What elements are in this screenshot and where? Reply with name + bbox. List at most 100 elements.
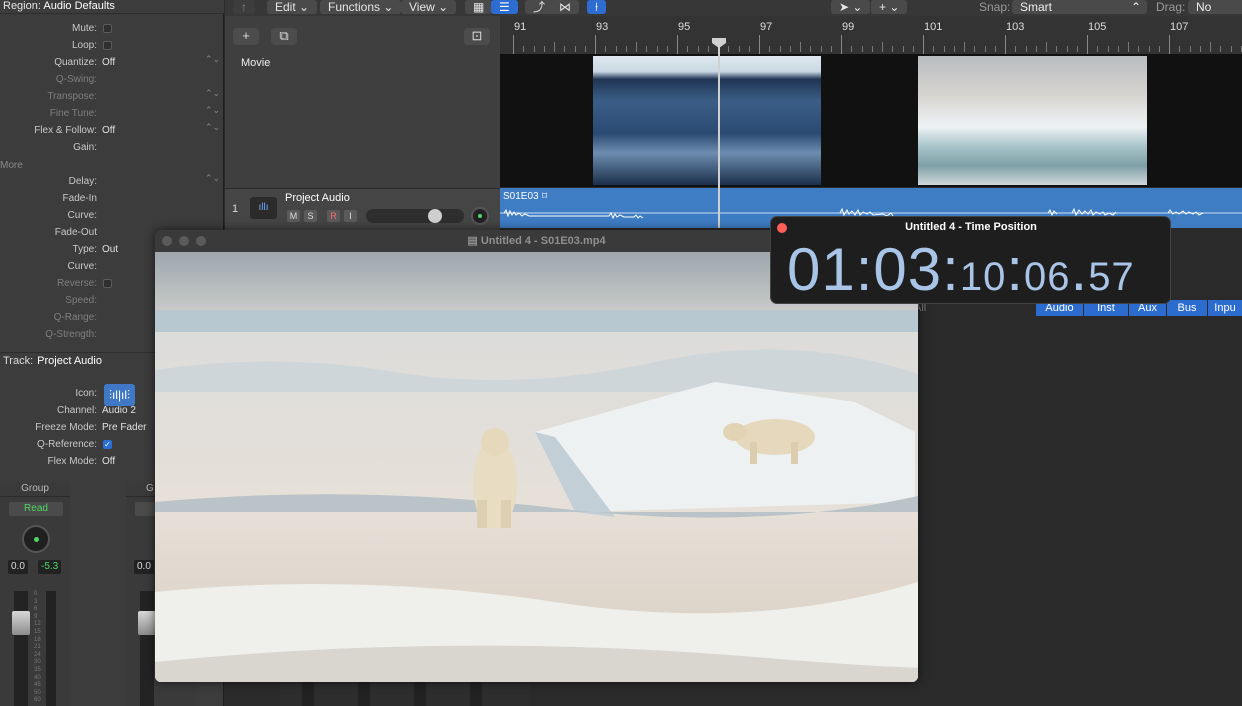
- inspector-row-label: Fine Tune:: [49, 108, 97, 119]
- inspector-checkbox[interactable]: [103, 41, 112, 50]
- pointer-tool-button[interactable]: ➤ ⌄: [831, 0, 871, 14]
- zoom-icon[interactable]: [196, 236, 206, 246]
- duplicate-track-button[interactable]: ⧉: [271, 28, 297, 45]
- plus-icon: +: [242, 28, 250, 43]
- inspector-row[interactable]: Quantize: Off ⌃⌄: [0, 55, 224, 72]
- inspector-row-value[interactable]: Off: [102, 57, 115, 68]
- inspector-row[interactable]: Flex & Follow: Off ⌃⌄: [0, 123, 224, 140]
- inspector-checkbox[interactable]: [103, 279, 112, 288]
- time-hours: 01: [787, 236, 856, 303]
- track-icon-button[interactable]: ⫶ıl|ıl⫶: [104, 384, 135, 406]
- drag-select[interactable]: No Overla: [1188, 0, 1242, 28]
- inspector-row-label: Type:: [72, 244, 97, 255]
- playhead[interactable]: [718, 38, 720, 228]
- grid-icon: ▦: [473, 0, 485, 14]
- stepper-icon[interactable]: ⌃⌄: [205, 123, 220, 132]
- functions-label: Functions: [328, 0, 381, 14]
- volume-readout[interactable]: 0.0: [134, 560, 154, 574]
- crossfade-button[interactable]: ⋈: [551, 0, 579, 14]
- beat-tick: [800, 42, 801, 52]
- group-slot[interactable]: Group: [0, 483, 70, 497]
- beat-tick: [646, 46, 648, 52]
- stepper-icon[interactable]: ⌃⌄: [205, 174, 220, 183]
- more-disclosure[interactable]: More: [0, 160, 23, 171]
- beat-tick: [964, 42, 965, 52]
- volume-fader-track[interactable]: [140, 591, 154, 706]
- edit-menu-button[interactable]: Edit ⌄: [267, 0, 318, 14]
- inspector-row-value[interactable]: Pre Fader: [102, 422, 146, 433]
- minimize-icon[interactable]: [179, 236, 189, 246]
- inspector-row[interactable]: Transpose: ⌃⌄: [0, 89, 224, 106]
- inspector-row[interactable]: Mute:: [0, 21, 224, 38]
- inspector-checkbox[interactable]: ✓: [103, 440, 112, 449]
- track-volume-knob[interactable]: [428, 209, 442, 223]
- inspector-checkbox[interactable]: [103, 24, 112, 33]
- functions-menu-button[interactable]: Functions ⌄: [320, 0, 402, 14]
- track-header-project-audio[interactable]: 1 ıllı Project Audio M S R I: [225, 188, 500, 230]
- add-track-button[interactable]: +: [233, 28, 259, 45]
- mixer-tab-input[interactable]: Inpu: [1208, 300, 1242, 316]
- duplicate-icon: ⧉: [279, 28, 289, 43]
- flex-tool-button[interactable]: ⤴: [525, 0, 554, 14]
- stepper-icon[interactable]: ⌃⌄: [205, 55, 220, 64]
- snap-select[interactable]: Smart ⌃: [1012, 0, 1147, 14]
- input-monitor-button[interactable]: I: [344, 210, 357, 222]
- inspector-row-value[interactable]: Audio 2: [102, 405, 136, 416]
- mute-button[interactable]: M: [287, 210, 300, 222]
- scale-tick-label: 6: [34, 606, 38, 613]
- inspector-row[interactable]: Fine Tune: ⌃⌄: [0, 106, 224, 123]
- beat-tick: [666, 46, 668, 52]
- inspector-row[interactable]: Curve:: [0, 208, 224, 225]
- scale-tick-label: 45: [34, 682, 41, 689]
- catch-playhead-button[interactable]: ⍿: [587, 0, 607, 14]
- inspector-row[interactable]: Fade-In: [0, 191, 224, 208]
- bar-number: 99: [842, 21, 855, 33]
- up-arrow-button[interactable]: ↑: [233, 0, 255, 14]
- collapse-button[interactable]: ⊡: [464, 28, 490, 45]
- inspector-row-label: Q-Range:: [53, 312, 97, 323]
- beat-tick: [1117, 46, 1119, 52]
- inspector-row-label: Q-Reference:: [36, 439, 97, 450]
- track-pan-knob[interactable]: [471, 207, 489, 225]
- list-icon: ☰: [499, 0, 510, 14]
- inspector-row[interactable]: Loop:: [0, 38, 224, 55]
- pan-readout[interactable]: -5.3: [38, 560, 62, 574]
- beat-tick: [1035, 46, 1037, 52]
- secondary-tool-button[interactable]: + ⌄: [871, 0, 908, 14]
- mixer-tab-bus[interactable]: Bus: [1167, 300, 1207, 316]
- region-inspector-header[interactable]: Region: Audio Defaults: [0, 0, 224, 14]
- volume-fader-cap[interactable]: [12, 611, 30, 635]
- timeline-ruler[interactable]: 91 93 95 97 99 101 103 105 107: [500, 16, 1242, 68]
- grid-view-button[interactable]: ▦: [465, 0, 493, 14]
- inspector-row-label: Delay:: [68, 176, 97, 187]
- inspector-row-label: Curve:: [67, 210, 97, 221]
- stepper-icon[interactable]: ⌃⌄: [205, 106, 220, 115]
- inspector-row-value[interactable]: Out: [102, 244, 118, 255]
- beat-tick: [994, 46, 996, 52]
- record-enable-button[interactable]: R: [327, 210, 340, 222]
- inspector-row-value[interactable]: Off: [102, 125, 115, 136]
- pan-knob[interactable]: [22, 525, 50, 553]
- track-volume-slider[interactable]: [366, 209, 464, 223]
- volume-readout[interactable]: 0.0: [8, 560, 28, 574]
- inspector-row-label: Freeze Mode:: [35, 422, 97, 433]
- view-menu-button[interactable]: View ⌄: [401, 0, 457, 14]
- beat-tick: [933, 46, 935, 52]
- volume-fader-cap[interactable]: [138, 611, 156, 635]
- time-position-window[interactable]: Untitled 4 - Time Position 01:03:10:06.5…: [770, 216, 1171, 304]
- pan-indicator-icon: [478, 214, 482, 218]
- inspector-row-value[interactable]: Off: [102, 456, 115, 467]
- stepper-icon[interactable]: ⌃⌄: [205, 89, 220, 98]
- solo-button[interactable]: S: [304, 210, 317, 222]
- inspector-row[interactable]: Gain:: [0, 140, 224, 157]
- level-meter: [302, 682, 314, 706]
- volume-fader-track[interactable]: [14, 591, 28, 706]
- list-view-button[interactable]: ☰: [491, 0, 518, 14]
- inspector-row[interactable]: Delay: ⌃⌄: [0, 174, 224, 191]
- automation-mode-button[interactable]: Read: [9, 502, 63, 516]
- beat-tick: [1179, 46, 1181, 52]
- beat-tick: [1189, 46, 1191, 52]
- beat-tick: [871, 46, 873, 52]
- inspector-row[interactable]: Q-Swing:: [0, 72, 224, 89]
- close-icon[interactable]: [162, 236, 172, 246]
